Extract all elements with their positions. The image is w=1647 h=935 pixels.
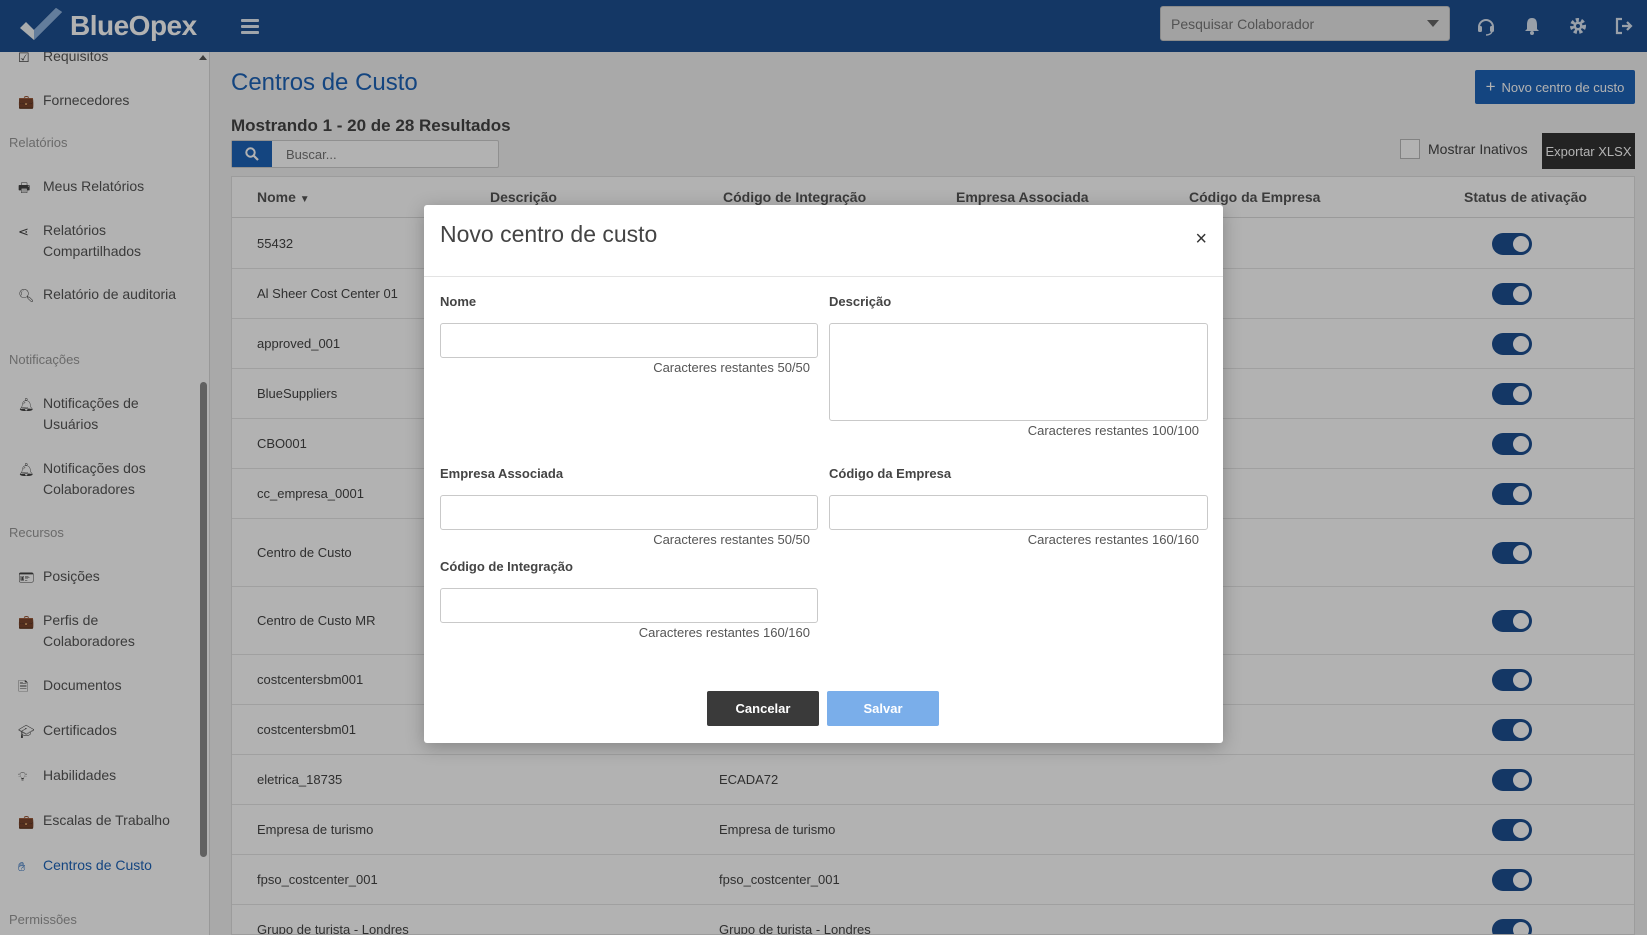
codigo-empresa-label: Código da Empresa — [829, 466, 952, 481]
nome-input[interactable] — [440, 323, 818, 358]
cancel-button[interactable]: Cancelar — [707, 691, 819, 726]
codigo-empresa-input[interactable] — [829, 495, 1208, 530]
descricao-label: Descrição — [829, 294, 892, 309]
empresa-input[interactable] — [440, 495, 818, 530]
new-cost-center-modal: Novo centro de custo × Nome Caracteres r… — [424, 205, 1223, 743]
nome-char-count: Caracteres restantes 50/50 — [653, 360, 810, 375]
empresa-char-count: Caracteres restantes 50/50 — [653, 532, 810, 547]
modal-header: Novo centro de custo × — [424, 205, 1223, 277]
save-button[interactable]: Salvar — [827, 691, 939, 726]
descricao-textarea[interactable] — [829, 323, 1208, 421]
codigo-empresa-char-count: Caracteres restantes 160/160 — [1027, 532, 1199, 547]
empresa-label: Empresa Associada — [440, 466, 564, 481]
descricao-char-count: Caracteres restantes 100/100 — [1027, 423, 1199, 438]
codigo-integracao-char-count: Caracteres restantes 160/160 — [638, 625, 810, 640]
nome-label: Nome — [440, 294, 477, 309]
modal-title: Novo centro de custo — [440, 221, 658, 247]
codigo-integracao-label: Código de Integração — [440, 559, 573, 574]
close-icon[interactable]: × — [1195, 229, 1207, 249]
codigo-integracao-input[interactable] — [440, 588, 818, 623]
